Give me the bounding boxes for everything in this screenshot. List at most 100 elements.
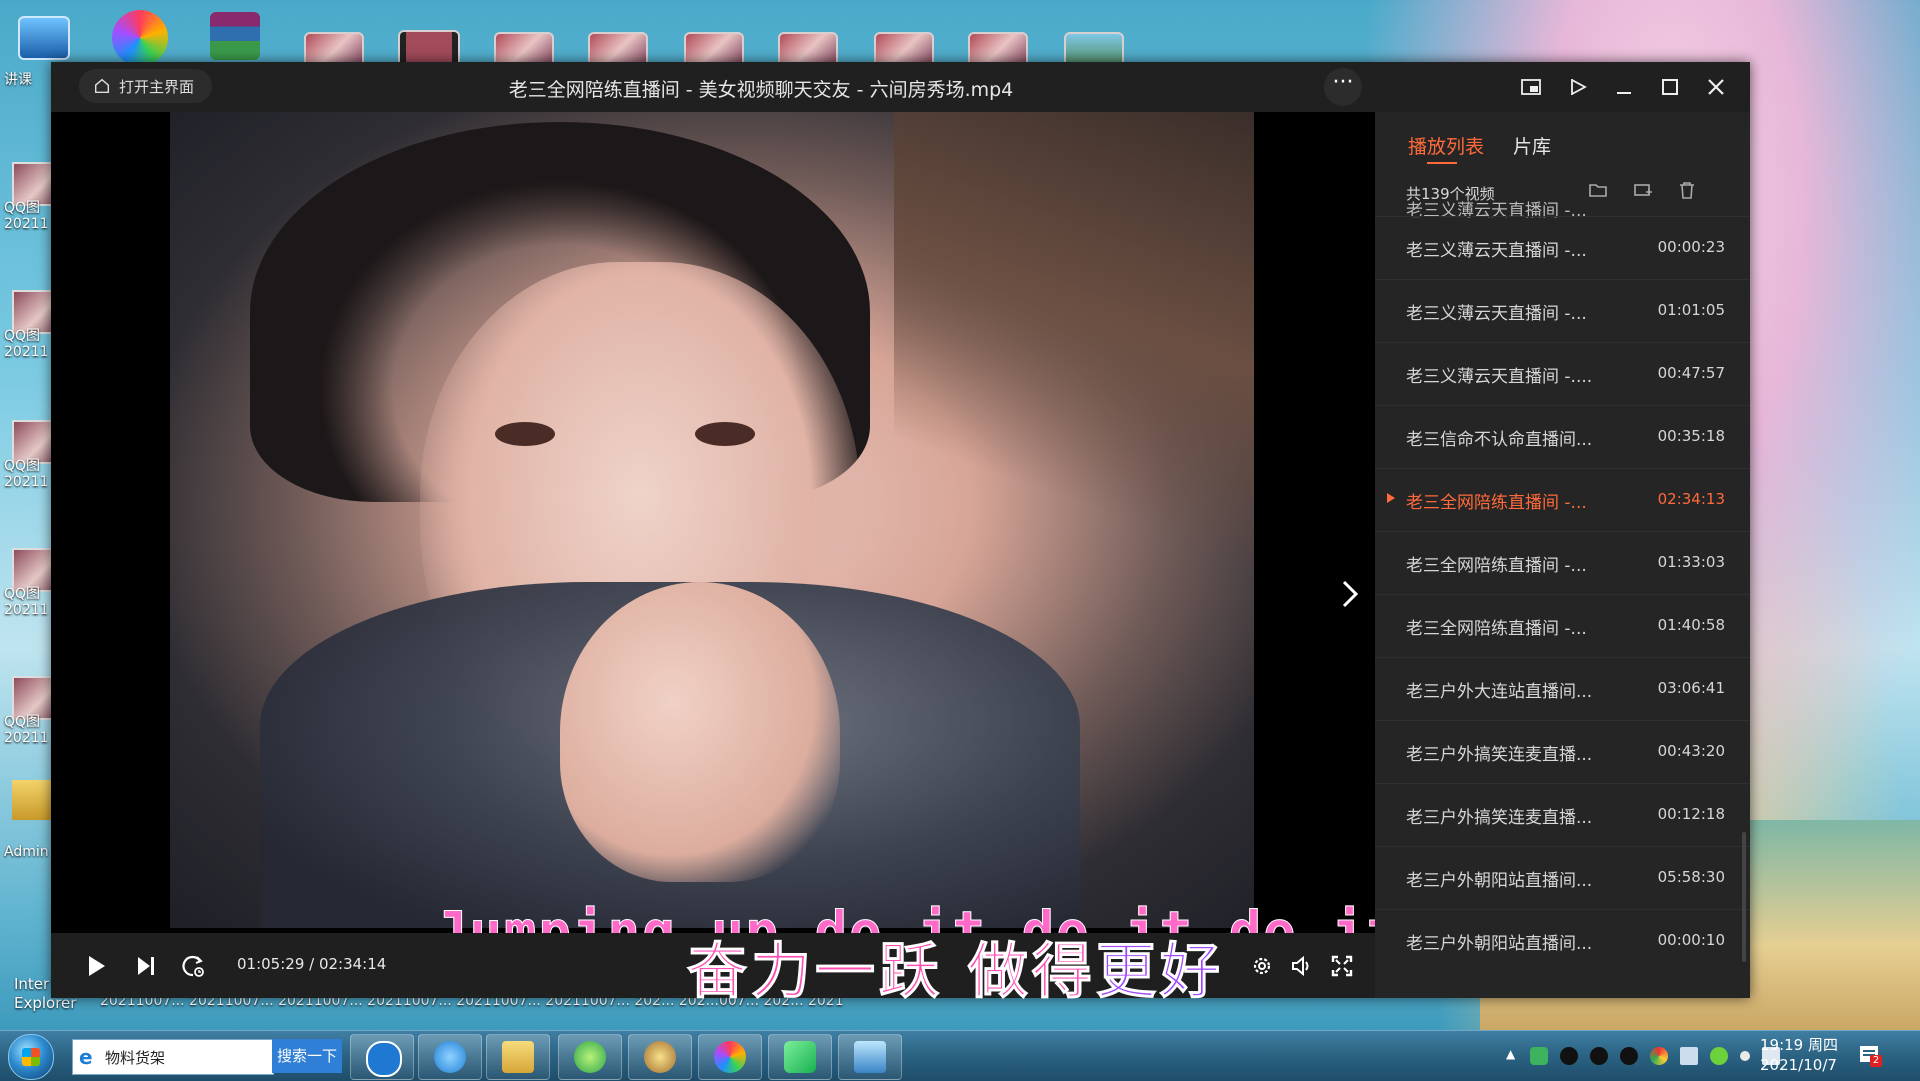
playlist-item[interactable]: 老三全网陪练直播间 -... 01:40:58	[1375, 594, 1750, 657]
taskbar-app-avatar[interactable]	[628, 1034, 692, 1080]
title-bar: 打开主界面 老三全网陪练直播间 - 美女视频聊天交友 - 六间房秀场.mp4 ·…	[51, 62, 1750, 112]
minimize-icon[interactable]	[1611, 74, 1637, 100]
subtitle-chinese: 奋力一跃 做得更好	[687, 923, 1224, 1010]
maximize-icon[interactable]	[1657, 74, 1683, 100]
qq-penguin-icon[interactable]	[1590, 1047, 1608, 1065]
playlist-item[interactable]: 老三义薄云天直播间 -... 01:01:05	[1375, 279, 1750, 342]
playlist-item[interactable]: 老三义薄云天直播间 -... 00:00:23	[1375, 216, 1750, 279]
playlist-item-name: 老三义薄云天直播间 -...	[1406, 241, 1587, 261]
playlist-item-active[interactable]: 老三全网陪练直播间 -... 02:34:13	[1375, 468, 1750, 531]
ie-icon: e	[79, 1045, 93, 1069]
playlist-item-name: 老三户外搞笑连麦直播...	[1406, 808, 1593, 828]
qq-penguin-icon[interactable]	[1620, 1047, 1638, 1065]
tab-library[interactable]: 片库	[1513, 132, 1551, 159]
taskbar: e 物料货架 搜索一下 ▲ 19:19 周四 2021/10/7 2	[0, 1030, 1920, 1081]
winrar-icon[interactable]	[210, 12, 260, 60]
video-area[interactable]: Jumping up do it do it do it better	[51, 112, 1641, 983]
playlist-item-name: 老三全网陪练直播间 -...	[1406, 619, 1587, 639]
playlist-item[interactable]: 老三户外大连站直播间... 03:06:41	[1375, 657, 1750, 720]
active-tab-underline	[1427, 162, 1457, 164]
system-tray: ▲	[1506, 1043, 1780, 1069]
taskbar-app-360[interactable]	[558, 1034, 622, 1080]
k-app-icon	[366, 1041, 402, 1077]
video-subject-eye	[495, 422, 555, 446]
taskbar-clock[interactable]: 19:19 周四 2021/10/7	[1760, 1035, 1838, 1075]
close-icon[interactable]	[1703, 74, 1729, 100]
taskbar-search-text: 物料货架	[105, 1048, 166, 1067]
playlist-item[interactable]: 老三户外搞笑连麦直播... 00:43:20	[1375, 720, 1750, 783]
playlist-item[interactable]: 老三信命不认命直播间... 00:35:18	[1375, 405, 1750, 468]
video-frame[interactable]	[170, 112, 1254, 928]
tray-expand-icon[interactable]: ▲	[1506, 1047, 1518, 1065]
chrome-icon[interactable]	[1650, 1047, 1668, 1065]
video-background	[894, 112, 1254, 632]
playlist-item-duration: 00:43:20	[1657, 742, 1725, 760]
video-subject-hand	[560, 582, 840, 882]
open-main-interface-button[interactable]: 打开主界面	[79, 69, 213, 103]
green-app-tray-icon[interactable]	[1710, 1047, 1728, 1065]
playlist-item-duration: 00:00:23	[1657, 238, 1725, 256]
add-files-icon[interactable]	[1633, 180, 1655, 202]
open-folder-icon[interactable]	[1588, 180, 1610, 202]
play-icon[interactable]	[81, 951, 111, 981]
playlist-item-duration: 03:06:41	[1657, 679, 1725, 697]
mini-mode-icon[interactable]	[1518, 74, 1544, 100]
loop-mode-icon[interactable]	[178, 951, 208, 981]
now-playing-icon	[1387, 493, 1395, 503]
color-wheel-app-icon[interactable]	[112, 10, 168, 66]
more-options-button[interactable]: ···	[1324, 68, 1362, 106]
ie-icon	[434, 1041, 466, 1073]
network-icon[interactable]	[1680, 1047, 1698, 1065]
taskbar-search-box[interactable]: e 物料货架	[72, 1039, 274, 1075]
playlist-item-name: 老三户外朝阳站直播间...	[1406, 871, 1593, 891]
playlist-item-name: 老三义薄云天直播间 -....	[1406, 367, 1593, 387]
delete-trash-icon[interactable]	[1677, 180, 1699, 202]
playlist-item-name: 老三全网陪练直播间 -...	[1406, 556, 1587, 576]
playlist-item-duration: 02:34:13	[1657, 490, 1725, 508]
dot-tray-icon[interactable]	[1740, 1051, 1750, 1061]
playlist-item[interactable]: 老三户外搞笑连麦直播... 00:12:18	[1375, 783, 1750, 846]
taskbar-app-colorwheel[interactable]	[698, 1034, 762, 1080]
playback-controls: 01:05:29 / 02:34:14 奋力一跃 做得更好	[51, 933, 1375, 1008]
playlist-item-duration: 01:40:58	[1657, 616, 1725, 634]
playlist-item[interactable]: 老三户外朝阳站直播间... 05:58:30	[1375, 846, 1750, 909]
playlist-item-duration: 01:33:03	[1657, 553, 1725, 571]
playlist-scrollbar[interactable]	[1742, 832, 1746, 962]
tab-playlist[interactable]: 播放列表	[1408, 132, 1484, 159]
playlist-item-name: 老三义薄云天直播间 -...	[1406, 304, 1587, 324]
volume-icon[interactable]	[1287, 951, 1317, 981]
next-video-arrow-icon[interactable]	[1334, 574, 1364, 614]
subtitle-chinese-tail: 更好	[1095, 937, 1224, 1008]
video-player-window: 打开主界面 老三全网陪练直播间 - 美女视频聊天交友 - 六间房秀场.mp4 ·…	[51, 62, 1750, 1008]
folder-icon	[502, 1041, 534, 1073]
taskbar-app-explorer[interactable]	[486, 1034, 550, 1080]
shield-icon[interactable]	[1530, 1047, 1548, 1065]
playlist-item-duration: 00:12:18	[1657, 805, 1725, 823]
video-subject-eye	[695, 422, 755, 446]
fullscreen-icon[interactable]	[1327, 951, 1357, 981]
next-track-icon[interactable]	[131, 951, 161, 981]
taskbar-search-button[interactable]: 搜索一下	[272, 1039, 342, 1073]
pin-on-top-icon[interactable]	[1565, 74, 1591, 100]
window-title: 老三全网陪练直播间 - 美女视频聊天交友 - 六间房秀场.mp4	[508, 79, 1014, 101]
playlist-item[interactable]: 老三全网陪练直播间 -... 01:33:03	[1375, 531, 1750, 594]
start-button[interactable]	[8, 1034, 54, 1080]
notification-count: 2	[1870, 1055, 1882, 1067]
green-browser-icon	[574, 1041, 606, 1073]
playback-time: 01:05:29 / 02:34:14	[237, 955, 387, 973]
taskbar-app-ie[interactable]	[418, 1034, 482, 1080]
qq-penguin-icon[interactable]	[1560, 1047, 1578, 1065]
playlist-item[interactable]: 老三户外朝阳站直播间... 00:00:10	[1375, 909, 1750, 972]
playlist-item[interactable]: 老三义薄云天直播间 -.... 00:47:57	[1375, 342, 1750, 405]
computer-icon[interactable]	[18, 16, 70, 60]
settings-gear-icon[interactable]	[1247, 951, 1277, 981]
taskbar-app-k[interactable]	[350, 1034, 414, 1080]
notification-icon[interactable]: 2	[1858, 1043, 1882, 1067]
playlist-panel: 播放列表 片库 共139个视频 老三义薄云天直播间 -... 老三义薄云天直播间…	[1375, 112, 1750, 998]
taskbar-app-player[interactable]	[768, 1034, 832, 1080]
desktop-top-icons	[0, 6, 1200, 70]
playlist-item-duration: 00:47:57	[1657, 364, 1725, 382]
taskbar-app-photo[interactable]	[838, 1034, 902, 1080]
playlist-item-name: 老三户外朝阳站直播间...	[1406, 934, 1593, 954]
play-app-icon	[784, 1041, 816, 1073]
